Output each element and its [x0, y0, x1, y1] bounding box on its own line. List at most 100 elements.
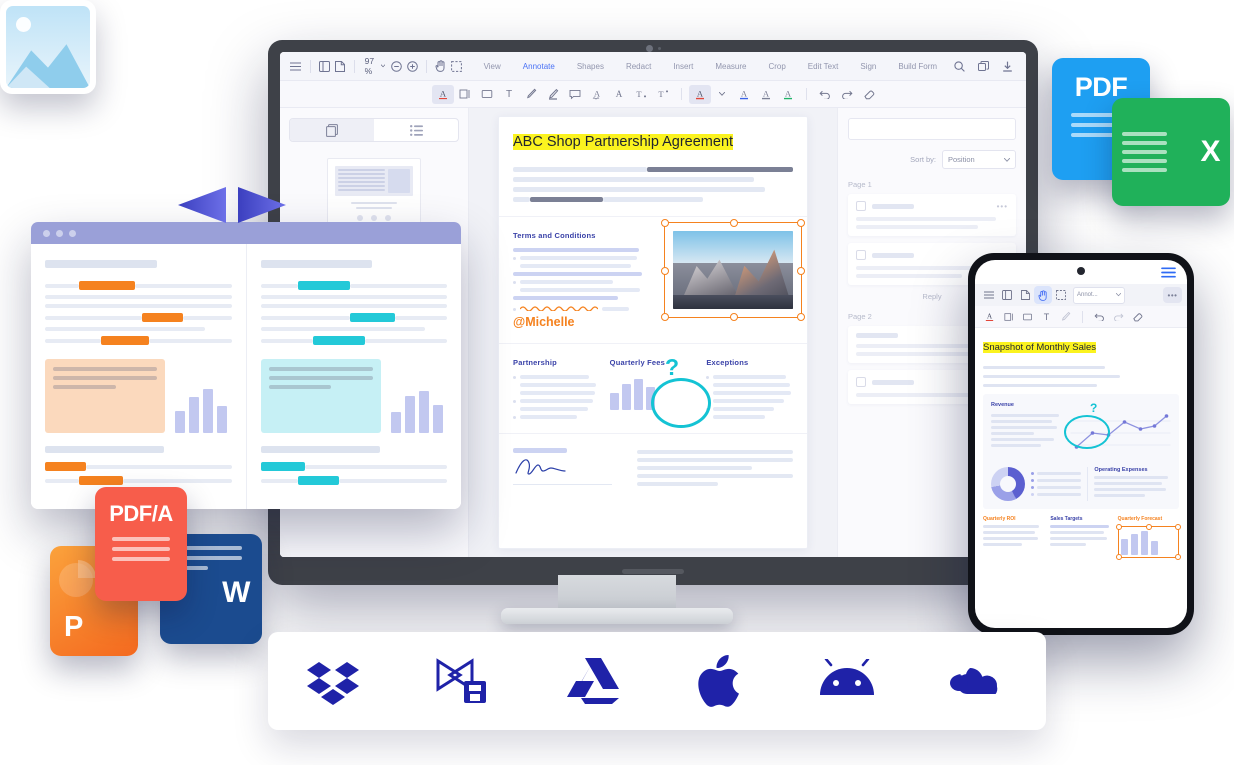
duplicate-window-icon[interactable] — [972, 56, 994, 76]
squiggly-underline-icon[interactable]: A — [586, 85, 608, 104]
download-icon[interactable] — [996, 56, 1018, 76]
dropbox-logo[interactable] — [305, 656, 361, 706]
menu-item-shapes[interactable]: Shapes — [566, 62, 615, 71]
text-box-icon[interactable] — [999, 308, 1018, 325]
comment-checkbox[interactable] — [856, 250, 866, 260]
superscript-icon[interactable]: T — [652, 85, 674, 104]
highlight-green-icon[interactable]: A — [777, 85, 799, 104]
outline-list-icon[interactable] — [374, 119, 458, 141]
zoom-level-field[interactable]: 97 % — [361, 56, 389, 76]
zoom-out-icon[interactable] — [389, 56, 405, 76]
window-close-dot[interactable] — [43, 229, 50, 237]
menu-item-annotate[interactable]: Annotate — [512, 62, 566, 71]
rectangle-icon[interactable] — [1018, 308, 1037, 325]
pan-hand-icon[interactable] — [433, 56, 449, 76]
resize-handle-tc[interactable] — [1146, 523, 1153, 530]
resize-handle-mr[interactable] — [797, 267, 805, 276]
search-icon[interactable] — [948, 56, 970, 76]
android-logo[interactable] — [818, 659, 876, 703]
select-area-icon[interactable] — [449, 56, 465, 76]
chevron-down-icon[interactable] — [711, 85, 733, 104]
hamburger-menu-icon[interactable] — [1161, 266, 1176, 278]
pan-hand-icon[interactable] — [1034, 286, 1052, 304]
document-viewport[interactable]: ABC Shop Partnership Agreement Terms and… — [469, 108, 837, 557]
undo-icon[interactable] — [1090, 308, 1109, 325]
strikethrough-icon[interactable]: A — [608, 85, 630, 104]
text-box-icon[interactable] — [454, 85, 476, 104]
sharepoint-logo[interactable] — [434, 655, 492, 707]
google-drive-logo[interactable] — [565, 656, 621, 706]
resize-handle-br[interactable] — [797, 313, 805, 322]
highlighter-icon[interactable] — [542, 85, 564, 104]
sidebar-panel-icon[interactable] — [998, 286, 1016, 304]
divider — [681, 88, 682, 100]
resize-handle-tr[interactable] — [1174, 523, 1181, 530]
page-view-icon[interactable] — [332, 56, 348, 76]
resize-handle-br[interactable] — [1174, 553, 1181, 560]
comment-item[interactable]: ••• — [848, 194, 1016, 236]
resize-handle-bc[interactable] — [730, 313, 738, 322]
text-tool-icon[interactable]: T — [498, 85, 520, 104]
word-badge-label: W — [222, 576, 250, 609]
underline-text-icon[interactable]: A — [980, 308, 999, 325]
apple-logo[interactable] — [695, 653, 745, 709]
menu-item-measure[interactable]: Measure — [704, 62, 757, 71]
redo-icon[interactable] — [1109, 308, 1128, 325]
menu-item-crop[interactable]: Crop — [757, 62, 796, 71]
comment-search-input[interactable] — [848, 118, 1016, 140]
comment-checkbox[interactable] — [856, 377, 866, 387]
hamburger-icon[interactable] — [288, 56, 304, 76]
sort-by-dropdown[interactable]: Position — [942, 150, 1016, 169]
window-minimize-dot[interactable] — [56, 229, 63, 237]
onedrive-logo[interactable] — [949, 660, 1009, 702]
squiggly-annotation — [520, 306, 598, 312]
menu-item-build-form[interactable]: Build Form — [887, 62, 948, 71]
select-area-icon[interactable] — [1052, 286, 1070, 304]
underline-color-icon[interactable]: A — [733, 85, 755, 104]
page-view-icon[interactable] — [1016, 286, 1034, 304]
rectangle-icon[interactable] — [476, 85, 498, 104]
sticky-note-icon[interactable] — [564, 85, 586, 104]
thumbnail-preview — [335, 166, 413, 196]
eraser-icon[interactable] — [1128, 308, 1147, 325]
more-options-icon[interactable]: ••• — [1163, 287, 1182, 303]
more-options-icon[interactable]: ••• — [997, 202, 1008, 211]
compare-body — [31, 244, 461, 509]
eraser-icon[interactable] — [858, 85, 880, 104]
highlighter-icon[interactable] — [1056, 308, 1075, 325]
text-highlight-color-icon[interactable]: A — [755, 85, 777, 104]
pen-icon[interactable] — [520, 85, 542, 104]
menu-item-insert[interactable]: Insert — [662, 62, 704, 71]
redo-icon[interactable] — [836, 85, 858, 104]
resize-handle-ml[interactable] — [661, 267, 669, 276]
resize-handle-tl[interactable] — [1115, 523, 1122, 530]
resize-handle-tl[interactable] — [661, 219, 669, 228]
text-tool-icon[interactable]: T — [1037, 308, 1056, 325]
selected-image[interactable] — [661, 219, 805, 322]
menu-item-redact[interactable]: Redact — [615, 62, 662, 71]
window-maximize-dot[interactable] — [69, 229, 76, 237]
pdfa-badge: PDF/A — [95, 487, 187, 601]
menu-item-view[interactable]: View — [473, 62, 512, 71]
resize-handle-tc[interactable] — [730, 219, 738, 228]
underline-text-icon[interactable]: A — [432, 84, 454, 104]
thumbnail-view-icon[interactable] — [290, 119, 374, 141]
resize-handle-tr[interactable] — [797, 219, 805, 228]
undo-icon[interactable] — [814, 85, 836, 104]
sidebar-panel-icon[interactable] — [316, 56, 332, 76]
panel-view-toggle[interactable] — [289, 118, 459, 142]
menu-item-sign[interactable]: Sign — [849, 62, 887, 71]
font-color-icon[interactable]: A — [689, 84, 711, 104]
document-title-section: ABC Shop Partnership Agreement — [499, 117, 807, 218]
annotation-mode-dropdown[interactable]: Annot... — [1073, 286, 1125, 304]
comment-author — [872, 252, 914, 258]
hamburger-icon[interactable] — [980, 286, 998, 304]
quarterly-forecast-heading: Quarterly Forecast — [1117, 515, 1163, 522]
menu-item-edit-text[interactable]: Edit Text — [797, 62, 850, 71]
zoom-in-icon[interactable] — [405, 56, 421, 76]
resize-handle-bl[interactable] — [1115, 553, 1122, 560]
subscript-icon[interactable]: T — [630, 85, 652, 104]
resize-handle-bl[interactable] — [661, 313, 669, 322]
hero-illustration: 97 % View Annotate Shapes Redact Insert … — [0, 0, 1234, 765]
comment-checkbox[interactable] — [856, 201, 866, 211]
